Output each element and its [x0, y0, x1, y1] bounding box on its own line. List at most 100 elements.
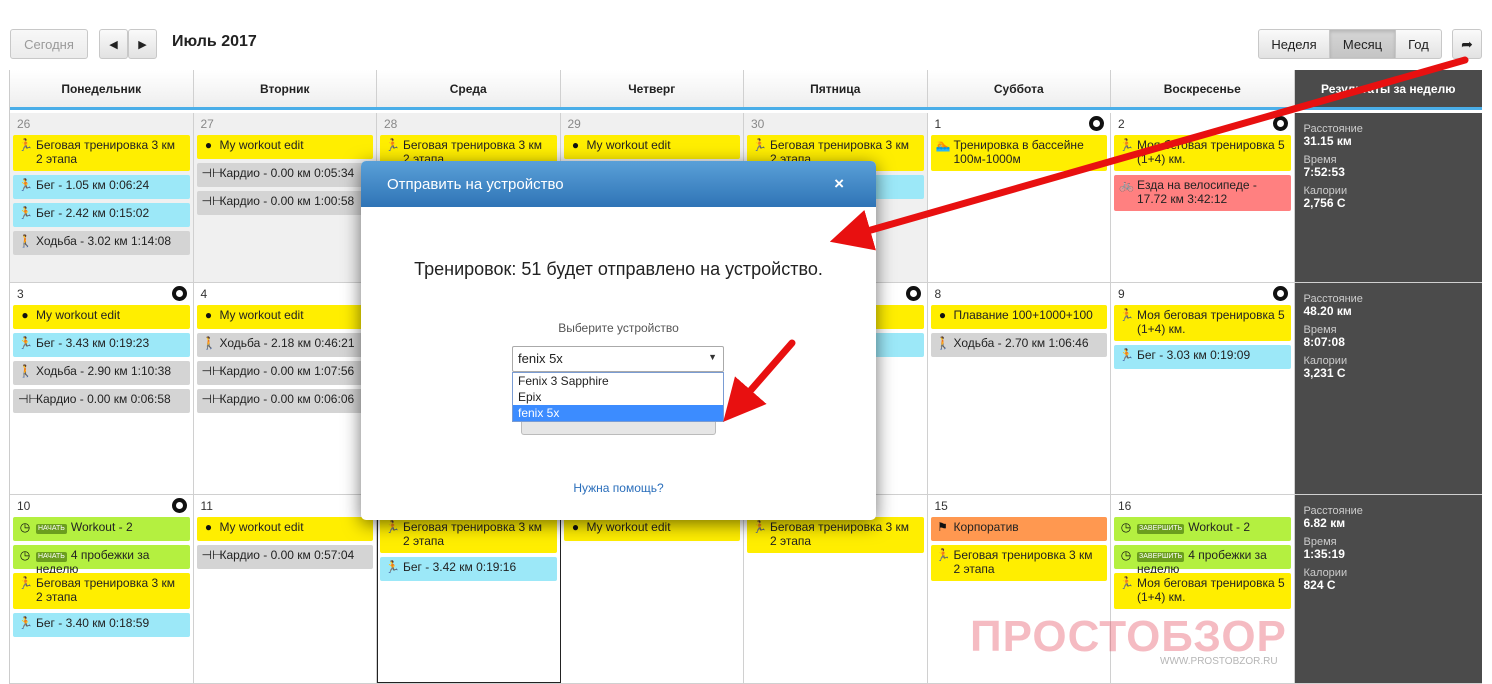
- workout-event[interactable]: ● My workout edit: [563, 135, 740, 159]
- workout-event[interactable]: 🚶 Ходьба - 2.90 км 1:10:38: [13, 361, 190, 385]
- device-option[interactable]: Epix: [513, 389, 723, 405]
- workout-event[interactable]: 🚲 Езда на велосипеде - 17.72 км 3:42:12: [1114, 175, 1291, 211]
- dumbbell-icon: ⊣⊢: [201, 548, 223, 562]
- workout-event[interactable]: 🏃 Беговая тренировка 3 км 2 этапа: [380, 517, 557, 553]
- workout-event[interactable]: ● My workout edit: [563, 517, 740, 541]
- day-cell[interactable]: 26 🏃 Беговая тренировка 3 км 2 этапа 🏃 Бег -…: [10, 113, 194, 282]
- day-cell[interactable]: 27 ● My workout edit ⊣⊢ Кардио - 0.00 км 0:0…: [193, 113, 377, 282]
- workout-event[interactable]: ◷ НАЧАТЬ 4 пробежки за неделю: [13, 545, 190, 576]
- workout-event[interactable]: ⊣⊢ Кардио - 0.00 км 1:00:58: [196, 191, 373, 215]
- day-cell[interactable]: 11 ● My workout edit ⊣⊢ Кардио - 0.00 км 0:5…: [194, 495, 377, 683]
- watch-sync-icon[interactable]: [171, 286, 187, 301]
- run-icon: 🏃: [18, 178, 33, 192]
- workout-event[interactable]: ⊣⊢ Кардио - 0.00 км 0:57:04: [196, 545, 373, 569]
- workout-event[interactable]: ⊣⊢ Кардио - 0.00 км 1:07:56: [196, 361, 373, 385]
- workout-event[interactable]: 🏊 Тренировка в бассейне 100м-1000м: [930, 135, 1107, 171]
- summary-distance-value: 48.20 км: [1303, 304, 1352, 318]
- day-cell[interactable]: 1 🏊 Тренировка в бассейне 100м-1000м: [928, 113, 1111, 282]
- workout-event-label: My workout edit: [36, 308, 121, 322]
- walk-icon: 🚶: [201, 336, 217, 350]
- workout-event-label: Кардио - 0.00 км 0:57:04: [219, 548, 355, 562]
- day-number: 16: [1118, 499, 1132, 513]
- day-cell[interactable]: 8 ● Плавание 100+1000+100 🚶 Ходьба - 2.70 км…: [928, 283, 1111, 494]
- day-cell[interactable]: 9 🏃 Моя беговая тренировка 5 (1+4) км. 🏃 Бег…: [1111, 283, 1295, 494]
- workout-event[interactable]: 🏃 Бег - 3.40 км 0:18:59: [13, 613, 190, 637]
- workout-event[interactable]: 🏃 Бег - 2.42 км 0:15:02: [13, 203, 190, 227]
- workout-event[interactable]: ⚑ Корпоратив: [930, 517, 1107, 541]
- workout-event[interactable]: 🏃 Беговая тренировка 3 км 2 этапа: [747, 517, 924, 553]
- close-icon[interactable]: ×: [834, 174, 844, 194]
- dot-icon: ●: [938, 308, 947, 322]
- status-badge[interactable]: ЗАВЕРШИТЬ: [1137, 552, 1185, 562]
- run-icon: 🏃: [385, 520, 400, 534]
- workout-event[interactable]: ● My workout edit: [196, 305, 373, 329]
- run-icon: 🏃: [1119, 348, 1134, 362]
- summary-distance-value: 6.82 км: [1303, 516, 1346, 530]
- workout-event[interactable]: 🏃 Беговая тренировка 3 км 2 этапа: [13, 573, 190, 609]
- send-button[interactable]: [521, 421, 716, 435]
- watch-sync-icon[interactable]: [905, 286, 921, 301]
- status-badge[interactable]: ЗАВЕРШИТЬ: [1137, 524, 1185, 534]
- workout-event[interactable]: 🚶 Ходьба - 3.02 км 1:14:08: [13, 231, 190, 255]
- watch-sync-icon[interactable]: [171, 498, 187, 513]
- workout-event-label: Плавание 100+1000+100: [953, 308, 1093, 322]
- day-number: 10: [17, 499, 31, 513]
- workout-event[interactable]: ● Плавание 100+1000+100: [930, 305, 1107, 329]
- watch-sync-icon[interactable]: [1089, 116, 1104, 131]
- workout-event[interactable]: 🏃 Бег - 1.05 км 0:06:24: [13, 175, 190, 199]
- dot-icon: ●: [21, 308, 29, 322]
- prev-month-button[interactable]: ◀: [99, 29, 128, 59]
- workout-event[interactable]: 🏃 Беговая тренировка 3 км 2 этапа: [930, 545, 1107, 581]
- dialog-title: Отправить на устройство: [387, 175, 564, 193]
- workout-event[interactable]: 🏃 Моя беговая тренировка 5 (1+4) км.: [1114, 573, 1291, 609]
- workout-event-label: Бег - 3.40 км 0:18:59: [36, 616, 150, 630]
- workout-event[interactable]: 🏃 Моя беговая тренировка 5 (1+4) км.: [1114, 305, 1291, 341]
- status-badge[interactable]: НАЧАТЬ: [36, 524, 67, 534]
- device-option-selected[interactable]: fenix 5x: [513, 405, 723, 421]
- summary-time-value: 7:52:53: [1303, 165, 1345, 179]
- workout-event[interactable]: 🏃 Бег - 3.42 км 0:19:16: [380, 557, 557, 581]
- day-cell[interactable]: 10 ◷ НАЧАТЬ Workout - 2 ◷ НАЧАТЬ 4 пробежки за…: [10, 495, 194, 683]
- workout-event-label: Workout - 2: [1188, 520, 1251, 534]
- workout-event[interactable]: ● My workout edit: [13, 305, 190, 329]
- workout-event[interactable]: 🏃 Бег - 3.43 км 0:19:23: [13, 333, 190, 357]
- flag-icon: ⚑: [937, 520, 948, 534]
- workout-event[interactable]: ◷ ЗАВЕРШИТЬ Workout - 2: [1114, 517, 1291, 541]
- day-cell[interactable]: 4 ● My workout edit 🚶 Ходьба - 2.18 км 0:46:…: [194, 283, 377, 494]
- workout-event-label: Езда на велосипеде - 17.72 км 3:42:12: [1137, 178, 1257, 206]
- workout-event[interactable]: ⊣⊢ Кардио - 0.00 км 0:06:58: [13, 389, 190, 413]
- help-link[interactable]: Нужна помощь?: [361, 481, 876, 495]
- day-cell[interactable]: 2 🏃 Моя беговая тренировка 5 (1+4) км. 🚲 Езд…: [1111, 113, 1295, 282]
- run-icon: 🏃: [935, 548, 951, 562]
- device-select[interactable]: fenix 5x ▼: [512, 346, 724, 372]
- workout-event[interactable]: ● My workout edit: [196, 517, 373, 541]
- today-button[interactable]: Сегодня: [10, 29, 88, 59]
- workout-event[interactable]: 🏃 Беговая тренировка 3 км 2 этапа: [13, 135, 190, 171]
- next-month-button[interactable]: ▶: [128, 29, 157, 59]
- workout-event[interactable]: ⊣⊢ Кардио - 0.00 км 0:05:34: [196, 163, 373, 187]
- view-year-button[interactable]: Год: [1395, 29, 1442, 59]
- week-summary: Расстояние 6.82 км Время 1:35:19 Калории 824 …: [1294, 495, 1482, 683]
- day-cell[interactable]: 13●My workout edit: [561, 495, 744, 683]
- share-button[interactable]: ➦: [1452, 29, 1482, 59]
- watch-sync-icon[interactable]: [1272, 116, 1288, 131]
- workout-event[interactable]: ● My workout edit: [196, 135, 373, 159]
- device-dropdown-list: Fenix 3 Sapphire Epix fenix 5x: [512, 372, 724, 422]
- workout-event[interactable]: ◷ НАЧАТЬ Workout - 2: [13, 517, 190, 541]
- workout-event[interactable]: 🏃 Бег - 3.03 км 0:19:09: [1114, 345, 1291, 369]
- workout-event-label: Бег - 3.42 км 0:19:16: [403, 560, 517, 574]
- workout-event[interactable]: 🏃 Моя беговая тренировка 5 (1+4) км.: [1114, 135, 1291, 171]
- device-option[interactable]: Fenix 3 Sapphire: [513, 373, 723, 389]
- view-month-button[interactable]: Месяц: [1329, 29, 1396, 59]
- day-cell[interactable]: 3 ● My workout edit 🏃 Бег - 3.43 км 0:19:23 🚶…: [10, 283, 194, 494]
- status-badge[interactable]: НАЧАТЬ: [36, 552, 67, 562]
- workout-event[interactable]: ⊣⊢ Кардио - 0.00 км 0:06:06: [196, 389, 373, 413]
- day-number: 15: [934, 499, 948, 513]
- view-week-button[interactable]: Неделя: [1258, 29, 1330, 59]
- day-cell[interactable]: 12🏃Беговая тренировка 3 км 2 этапа🏃Бег -…: [377, 495, 561, 683]
- workout-event[interactable]: ◷ ЗАВЕРШИТЬ 4 пробежки за неделю: [1114, 545, 1291, 576]
- workout-event[interactable]: 🚶 Ходьба - 2.18 км 0:46:21: [196, 333, 373, 357]
- workout-event[interactable]: 🚶 Ходьба - 2.70 км 1:06:46: [930, 333, 1107, 357]
- watch-sync-icon[interactable]: [1272, 286, 1288, 301]
- day-cell[interactable]: 14🏃Беговая тренировка 3 км 2 этапа: [744, 495, 928, 683]
